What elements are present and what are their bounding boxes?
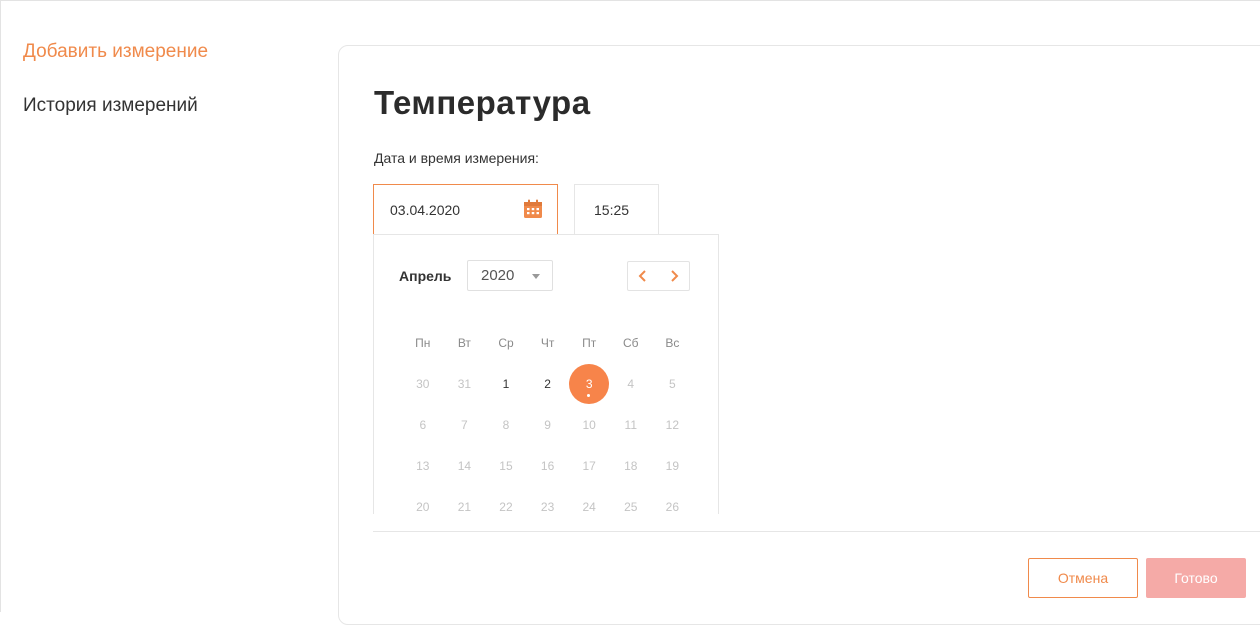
datetime-label: Дата и время измерения: <box>374 150 539 166</box>
calendar-day-number: 4 <box>627 377 635 391</box>
month-nav <box>627 261 690 291</box>
calendar-day[interactable]: 30 <box>402 364 444 405</box>
calendar-week: 13 14 15 16 17 18 19 <box>402 446 693 487</box>
chevron-left-icon <box>638 270 646 282</box>
weekday-label: Пт <box>582 336 597 350</box>
calendar-day[interactable]: 31 <box>444 364 486 405</box>
calendar-day-number: 11 <box>624 418 637 432</box>
calendar-day[interactable]: 15 <box>485 446 527 487</box>
time-input[interactable] <box>594 185 654 234</box>
calendar-day-number: 14 <box>457 459 472 473</box>
calendar-day-number: 18 <box>624 459 638 473</box>
calendar-day[interactable]: 18 <box>610 446 652 487</box>
calendar-day-number: 5 <box>669 377 676 391</box>
calendar-day[interactable]: 8 <box>485 405 527 446</box>
calendar-week: 30 31 1 2 3 4 5 <box>402 364 693 405</box>
calendar-day[interactable]: 5 <box>652 364 694 405</box>
next-month-button[interactable] <box>659 262 690 290</box>
calendar-week: 20 21 22 23 24 25 26 <box>402 487 693 514</box>
calendar-day-number: 24 <box>582 500 596 514</box>
date-input[interactable] <box>390 185 510 234</box>
sidebar: Добавить измерение История измерений <box>23 41 208 117</box>
calendar-day[interactable]: 25 <box>610 487 652 514</box>
calendar-day-number: 13 <box>416 459 430 473</box>
calendar-day[interactable]: 10 <box>568 405 610 446</box>
year-select[interactable]: 2020 <box>467 260 553 291</box>
calendar-day[interactable]: 7 <box>444 405 486 446</box>
calendar-day-number: 17 <box>582 459 596 473</box>
app-frame: Добавить измерение История измерений Тем… <box>0 0 1260 625</box>
calendar-day[interactable]: 12 <box>652 405 694 446</box>
weekday-header: Пн Вт Ср Чт Пт Сб Вс <box>402 323 693 364</box>
calendar-day-selected[interactable]: 3 <box>568 364 610 405</box>
calendar-day[interactable]: 23 <box>527 487 569 514</box>
calendar-day-number: 30 <box>416 377 430 391</box>
datepicker-month: Апрель <box>399 268 452 284</box>
calendar-week: 6 7 8 9 10 11 12 <box>402 405 693 446</box>
calendar-day[interactable]: 16 <box>527 446 569 487</box>
calendar-day[interactable]: 17 <box>568 446 610 487</box>
measurement-card: Температура Дата и время измерения: Апре… <box>338 45 1260 625</box>
calendar-icon[interactable] <box>522 198 544 220</box>
weekday-label: Вс <box>665 336 680 350</box>
calendar-day-number: 6 <box>419 418 427 432</box>
calendar-day-number: 15 <box>499 459 513 473</box>
calendar-day-number: 12 <box>665 418 680 432</box>
calendar-day-number: 7 <box>461 418 468 432</box>
page-title: Температура <box>374 84 591 121</box>
calendar-day-number: 2 <box>544 377 551 391</box>
calendar-day-number: 25 <box>624 500 638 514</box>
calendar-day-number: 3 <box>569 364 610 404</box>
date-field[interactable] <box>373 184 558 235</box>
done-button[interactable]: Готово <box>1146 558 1246 598</box>
divider <box>373 531 1260 532</box>
calendar-day[interactable]: 14 <box>444 446 486 487</box>
calendar-day-number: 1 <box>502 377 510 391</box>
calendar-day-number: 20 <box>416 500 430 514</box>
calendar-day-number: 10 <box>582 418 596 432</box>
datepicker-popup: Апрель 2020 Пн Вт Ср Чт Пт Сб Вс 30 31 1 2 3 4 5 6 7 8 9 1… <box>373 234 719 514</box>
calendar-day-number: 9 <box>544 418 551 432</box>
sidebar-item-add-measurement[interactable]: Добавить измерение <box>23 41 208 63</box>
calendar-day[interactable]: 1 <box>485 364 527 405</box>
calendar-day[interactable]: 19 <box>652 446 694 487</box>
prev-month-button[interactable] <box>628 262 659 290</box>
calendar-day-number: 26 <box>665 500 680 514</box>
calendar-day[interactable]: 26 <box>652 487 694 514</box>
chevron-right-icon <box>671 270 679 282</box>
calendar-day[interactable]: 4 <box>610 364 652 405</box>
calendar-day-number: 31 <box>457 377 472 391</box>
caret-down-icon <box>532 274 540 279</box>
sidebar-item-measurement-history[interactable]: История измерений <box>23 95 208 117</box>
weekday-label: Чт <box>540 336 555 350</box>
calendar-day[interactable]: 22 <box>485 487 527 514</box>
calendar-day-number: 21 <box>457 500 472 514</box>
calendar-day[interactable]: 20 <box>402 487 444 514</box>
calendar-day-number: 8 <box>502 418 510 432</box>
calendar-day-number: 22 <box>499 500 513 514</box>
cancel-button[interactable]: Отмена <box>1028 558 1138 598</box>
weekday-label: Вт <box>457 336 471 350</box>
calendar-day-number: 23 <box>540 500 555 514</box>
calendar-grid: Пн Вт Ср Чт Пт Сб Вс 30 31 1 2 3 4 5 6 7 8 9 10 11 12 13 14 15 1… <box>402 323 693 514</box>
calendar-day[interactable]: 13 <box>402 446 444 487</box>
calendar-day[interactable]: 9 <box>527 405 569 446</box>
weekday-label: Пн <box>415 336 431 350</box>
year-value: 2020 <box>481 267 515 284</box>
calendar-day[interactable]: 6 <box>402 405 444 446</box>
calendar-day-number: 16 <box>540 459 555 473</box>
calendar-day[interactable]: 21 <box>444 487 486 514</box>
calendar-day[interactable]: 11 <box>610 405 652 446</box>
weekday-label: Ср <box>498 336 514 350</box>
calendar-day[interactable]: 2 <box>527 364 569 405</box>
time-field[interactable] <box>574 184 659 235</box>
calendar-day-number: 19 <box>665 459 680 473</box>
calendar-day[interactable]: 24 <box>568 487 610 514</box>
weekday-label: Сб <box>622 336 639 350</box>
